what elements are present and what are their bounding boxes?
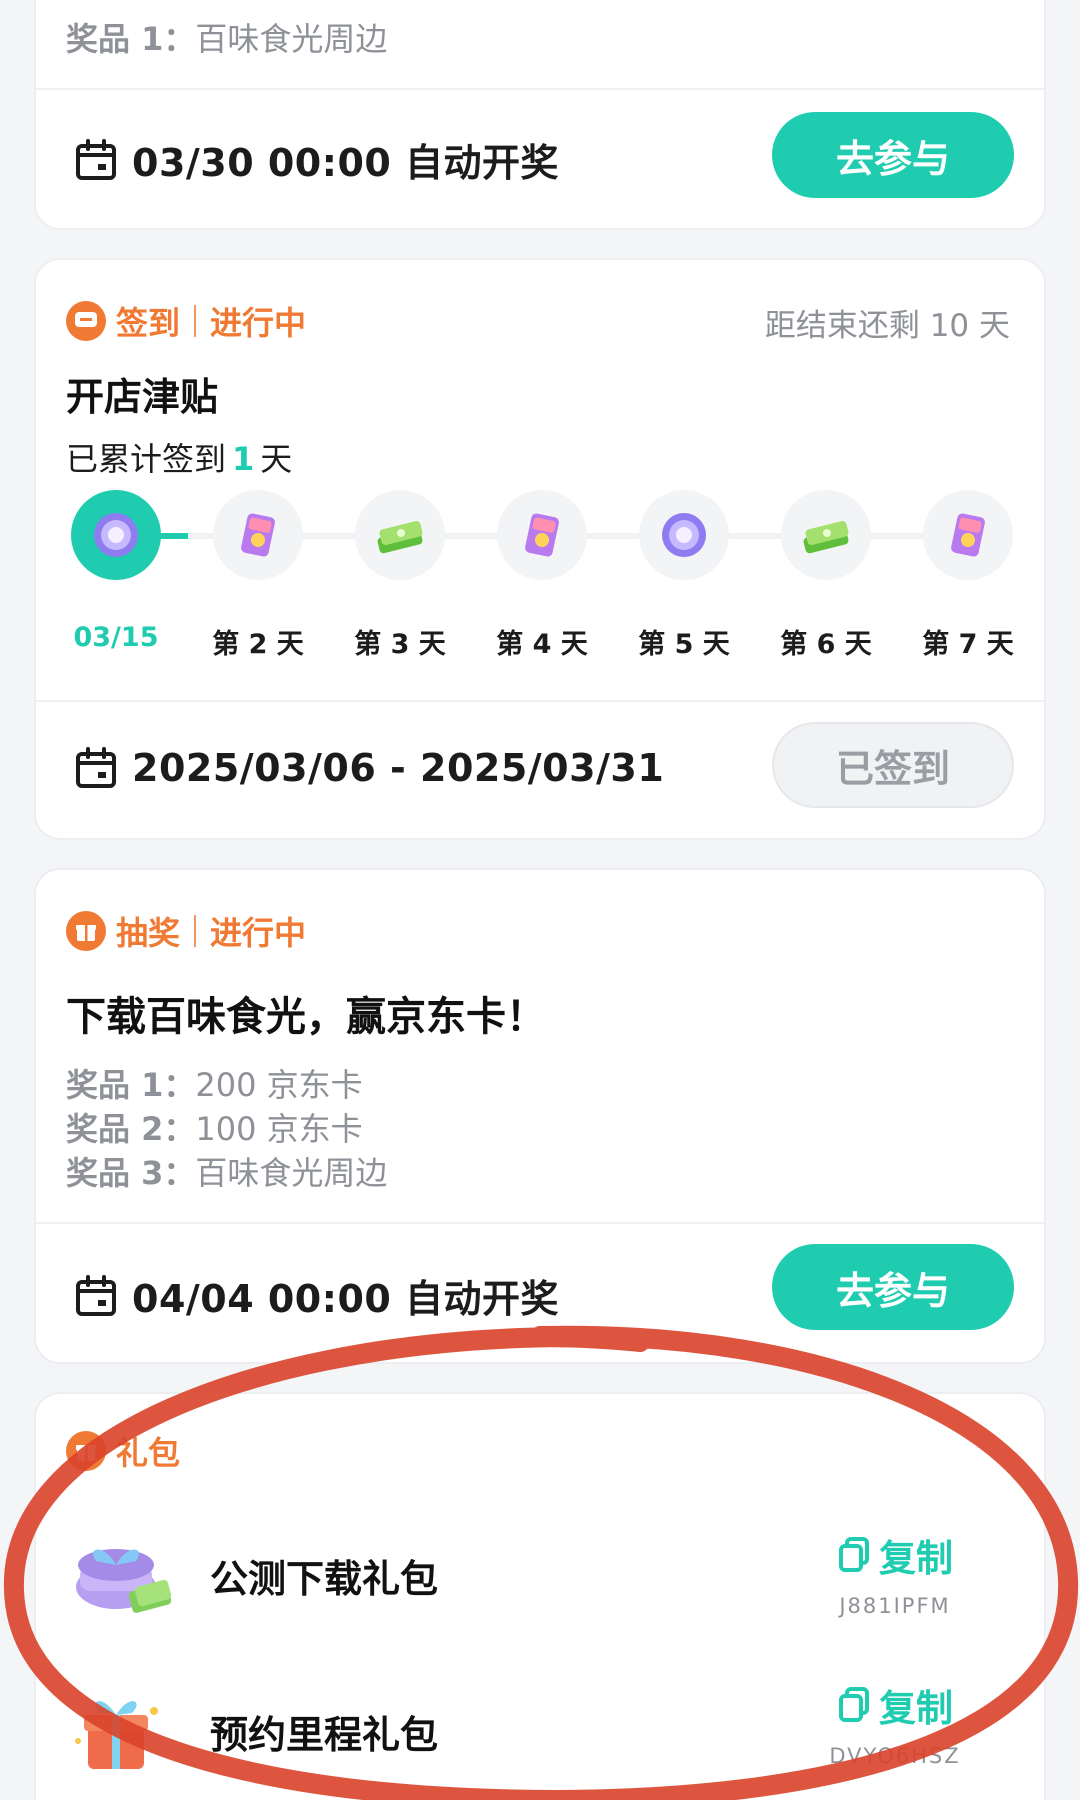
progress-days: 1 [232,440,255,478]
divider [36,1222,1044,1224]
calendar-icon [76,747,116,788]
tag-status: 进行中 [210,914,307,952]
copy-label: 复制 [879,1537,953,1580]
signin-day-node [71,490,161,580]
chat-icon [66,301,106,341]
date-range: 2025/03/06 - 2025/03/31 [132,746,665,790]
tag-separator [194,915,197,947]
signin-progress: 已累计签到 1 天 [66,434,292,480]
remaining-time: 距结束还剩 10 天 [764,308,1010,344]
gift-tag: 礼包 [66,1428,180,1474]
signin-day-label: 第 6 天 [780,629,872,660]
gift-name: 预约里程礼包 [210,1712,439,1757]
tag-separator [194,305,197,337]
copy-icon [839,1687,869,1722]
copy-area: 复制 J881IPFM [820,1528,970,1618]
gift-name: 公测下载礼包 [210,1556,439,1601]
prize-label: 奖品 3： [66,1154,196,1192]
tag-type: 礼包 [116,1434,181,1472]
purple-coin-icon [90,509,142,561]
cash-stack-icon [798,509,854,561]
ticket-icon [942,509,994,561]
draw-time: 03/30 00:00 自动开奖 [132,141,560,185]
gift-card: 礼包 公测下载礼包 复制 J881IPFM 预约里程礼包 复制 DVYO6HSZ [34,1392,1046,1800]
progress-prefix: 已累计签到 [66,440,227,478]
gift-code: J881IPFM [839,1594,951,1618]
copy-button[interactable]: 复制 [820,1528,970,1582]
join-button[interactable]: 去参与 [772,112,1014,198]
signin-card: 签到 进行中 距结束还剩 10 天 开店津贴 已累计签到 1 天 2025/03/0… [34,258,1046,840]
cash-stack-icon [372,509,428,561]
tag-type: 抽奖 [116,914,181,952]
signin-day-label: 03/15 [73,622,159,653]
prize-label: 奖品 2： [66,1110,196,1148]
prize-label: 奖品 1： [66,20,196,58]
lottery-card: 抽奖 进行中 下载百味食光，赢京东卡！ 奖品 1：200 京东卡 奖品 2：10… [34,868,1046,1364]
signin-day-label: 第 3 天 [354,629,446,660]
prize-label: 奖品 1： [66,1066,196,1104]
gift-box-icon [76,1549,172,1613]
prize-value: 200 京东卡 [195,1066,363,1104]
prize-value: 百味食光周边 [195,1154,388,1192]
gift-icon [66,1431,106,1471]
tag-type: 签到 [116,304,181,342]
gift-icon [66,911,106,951]
gift-item: 预约里程礼包 复制 DVYO6HSZ [66,1676,1014,1786]
prize-value: 百味食光周边 [195,20,388,58]
signin-day-node [639,490,729,580]
purple-coin-icon [658,509,710,561]
ticket-icon [232,509,284,561]
draw-time: 04/04 00:00 自动开奖 [132,1277,560,1321]
lottery-tag: 抽奖 进行中 [66,908,306,954]
signin-tag: 签到 进行中 [66,298,306,344]
activity-page: 奖品 1：百味食光周边 03/30 00:00 自动开奖 去参与 签到 进行中 … [0,0,1080,1800]
draw-time-row: 03/30 00:00 自动开奖 [74,132,559,187]
calendar-icon [76,1274,116,1316]
prize-line: 奖品 3：百味食光周边 [66,1148,387,1194]
divider [36,700,1044,702]
prize-line: 奖品 1：百味食光周边 [66,14,387,60]
draw-time-row: 04/04 00:00 自动开奖 [74,1268,559,1323]
signin-day-node [497,490,587,580]
signin-day-label: 第 7 天 [922,629,1014,660]
calendar-icon [76,138,116,180]
signin-day-label: 第 5 天 [638,629,730,660]
progress-suffix: 天 [260,440,293,478]
prize-value: 100 京东卡 [195,1110,363,1148]
prize-line: 奖品 2：100 京东卡 [66,1104,363,1150]
copy-button[interactable]: 复制 [820,1678,970,1732]
card-title: 开店津贴 [66,375,219,419]
signed-in-button[interactable]: 已签到 [772,722,1014,808]
copy-icon [839,1537,869,1572]
tag-status: 进行中 [210,304,307,342]
copy-area: 复制 DVYO6HSZ [820,1678,970,1768]
prize-line: 奖品 1：200 京东卡 [66,1060,363,1106]
ticket-icon [516,509,568,561]
signin-day-node [355,490,445,580]
card-title: 下载百味食光，赢京东卡！ [66,994,546,1040]
date-range-row: 2025/03/06 - 2025/03/31 [74,746,664,790]
gift-code: DVYO6HSZ [829,1744,961,1768]
signin-day-node [213,490,303,580]
gift-item: 公测下载礼包 复制 J881IPFM [66,1520,1014,1630]
join-button[interactable]: 去参与 [772,1244,1014,1330]
gift-box-icon [75,1701,158,1769]
signin-day-label: 第 4 天 [496,629,588,660]
signin-day-node [781,490,871,580]
signin-day-node [923,490,1013,580]
divider [36,88,1044,90]
copy-label: 复制 [879,1687,953,1730]
lottery-card-prev: 奖品 1：百味食光周边 03/30 00:00 自动开奖 去参与 [34,0,1046,230]
signin-day-label: 第 2 天 [212,629,304,660]
